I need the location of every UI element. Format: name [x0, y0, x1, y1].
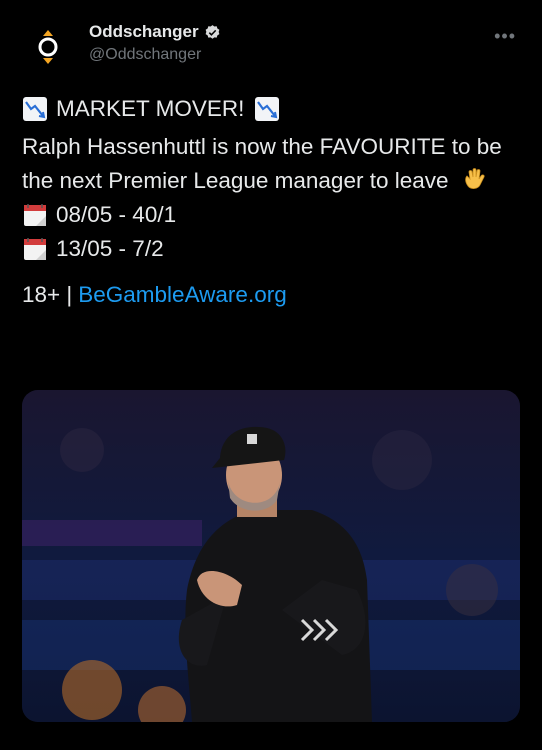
- chart-decreasing-icon: [22, 96, 48, 122]
- cap-logo: [247, 434, 257, 444]
- odds-text: 08/05 - 40/1: [56, 202, 177, 227]
- crowd-blob: [446, 564, 498, 616]
- crowd-blob: [60, 428, 104, 472]
- waving-hand-icon: [461, 166, 487, 192]
- crowd-blob: [62, 660, 122, 720]
- tweet-body: Ralph Hassenhuttl is now the FAVOURITE t…: [22, 130, 522, 198]
- odds-text: 13/05 - 7/2: [56, 236, 164, 261]
- display-name-row[interactable]: Oddschanger: [89, 22, 221, 42]
- account-handle[interactable]: @Oddschanger: [89, 46, 221, 64]
- headline-text: MARKET MOVER!: [56, 96, 245, 121]
- chart-decreasing-icon: [254, 96, 280, 122]
- begambleaware-link[interactable]: BeGambleAware.org: [78, 278, 286, 312]
- more-options-icon[interactable]: •••: [494, 26, 516, 47]
- headline-line: MARKET MOVER!: [22, 92, 522, 126]
- oddschanger-logo-icon[interactable]: [22, 21, 74, 73]
- tweet-text: MARKET MOVER! Ralph Hassenhuttl is now t…: [22, 92, 522, 312]
- tweet-photo[interactable]: [22, 390, 520, 722]
- calendar-icon: [22, 236, 48, 262]
- tweet-body-text: Ralph Hassenhuttl is now the FAVOURITE t…: [22, 134, 502, 193]
- stand-banner: [22, 520, 202, 546]
- tweet-header: Oddschanger @Oddschanger •••: [22, 18, 522, 74]
- age-notice: 18+ |: [22, 282, 73, 307]
- calendar-icon: [22, 202, 48, 228]
- crowd-blob: [372, 430, 432, 490]
- odds-line: 08/05 - 40/1: [22, 198, 522, 232]
- display-name[interactable]: Oddschanger: [89, 22, 199, 42]
- footer-line: 18+ | BeGambleAware.org: [22, 278, 522, 312]
- odds-line: 13/05 - 7/2: [22, 232, 522, 266]
- verified-badge-icon: [204, 24, 221, 41]
